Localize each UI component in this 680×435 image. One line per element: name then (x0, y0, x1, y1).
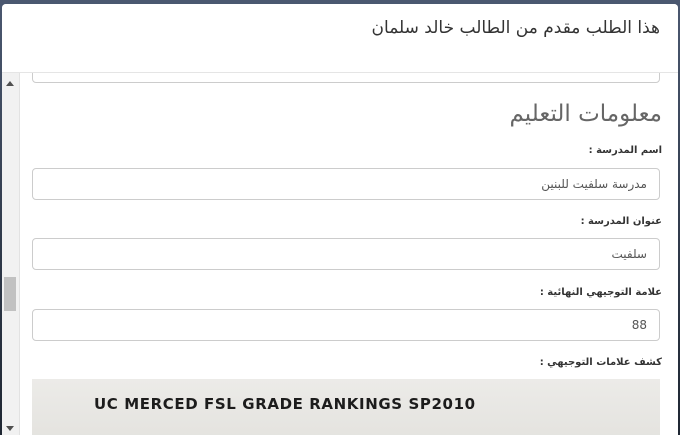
school-name-field[interactable]: مدرسة سلفيت للبنين (32, 168, 660, 200)
modal-header: هذا الطلب مقدم من الطالب خالد سلمان (2, 4, 678, 73)
education-info-heading: معلومات التعليم (509, 101, 663, 127)
transcript-image-title: UC MERCED FSL GRADE RANKINGS SP2010 (94, 395, 476, 413)
school-name-label: اسم المدرسة : (588, 145, 662, 156)
final-grade-label: علامة التوجيهي النهائية : (539, 287, 662, 298)
scrollbar-thumb[interactable] (4, 277, 16, 311)
scroll-down-arrow-icon[interactable] (6, 426, 14, 431)
transcript-label: كشف علامات التوجيهي : (539, 357, 662, 368)
scroll-up-arrow-icon[interactable] (6, 81, 14, 86)
school-address-label: عنوان المدرسة : (580, 216, 662, 227)
student-request-modal: هذا الطلب مقدم من الطالب خالد سلمان معلو… (2, 4, 678, 435)
modal-title: هذا الطلب مقدم من الطالب خالد سلمان (371, 18, 660, 38)
previous-field-input[interactable] (32, 73, 660, 83)
school-address-field[interactable]: سلفيت (32, 238, 660, 270)
vertical-scrollbar[interactable] (2, 73, 20, 435)
final-grade-field[interactable]: 88 (32, 309, 660, 341)
modal-body: معلومات التعليم اسم المدرسة : مدرسة سلفي… (20, 73, 678, 435)
transcript-image: UC MERCED FSL GRADE RANKINGS SP2010 (32, 379, 660, 435)
